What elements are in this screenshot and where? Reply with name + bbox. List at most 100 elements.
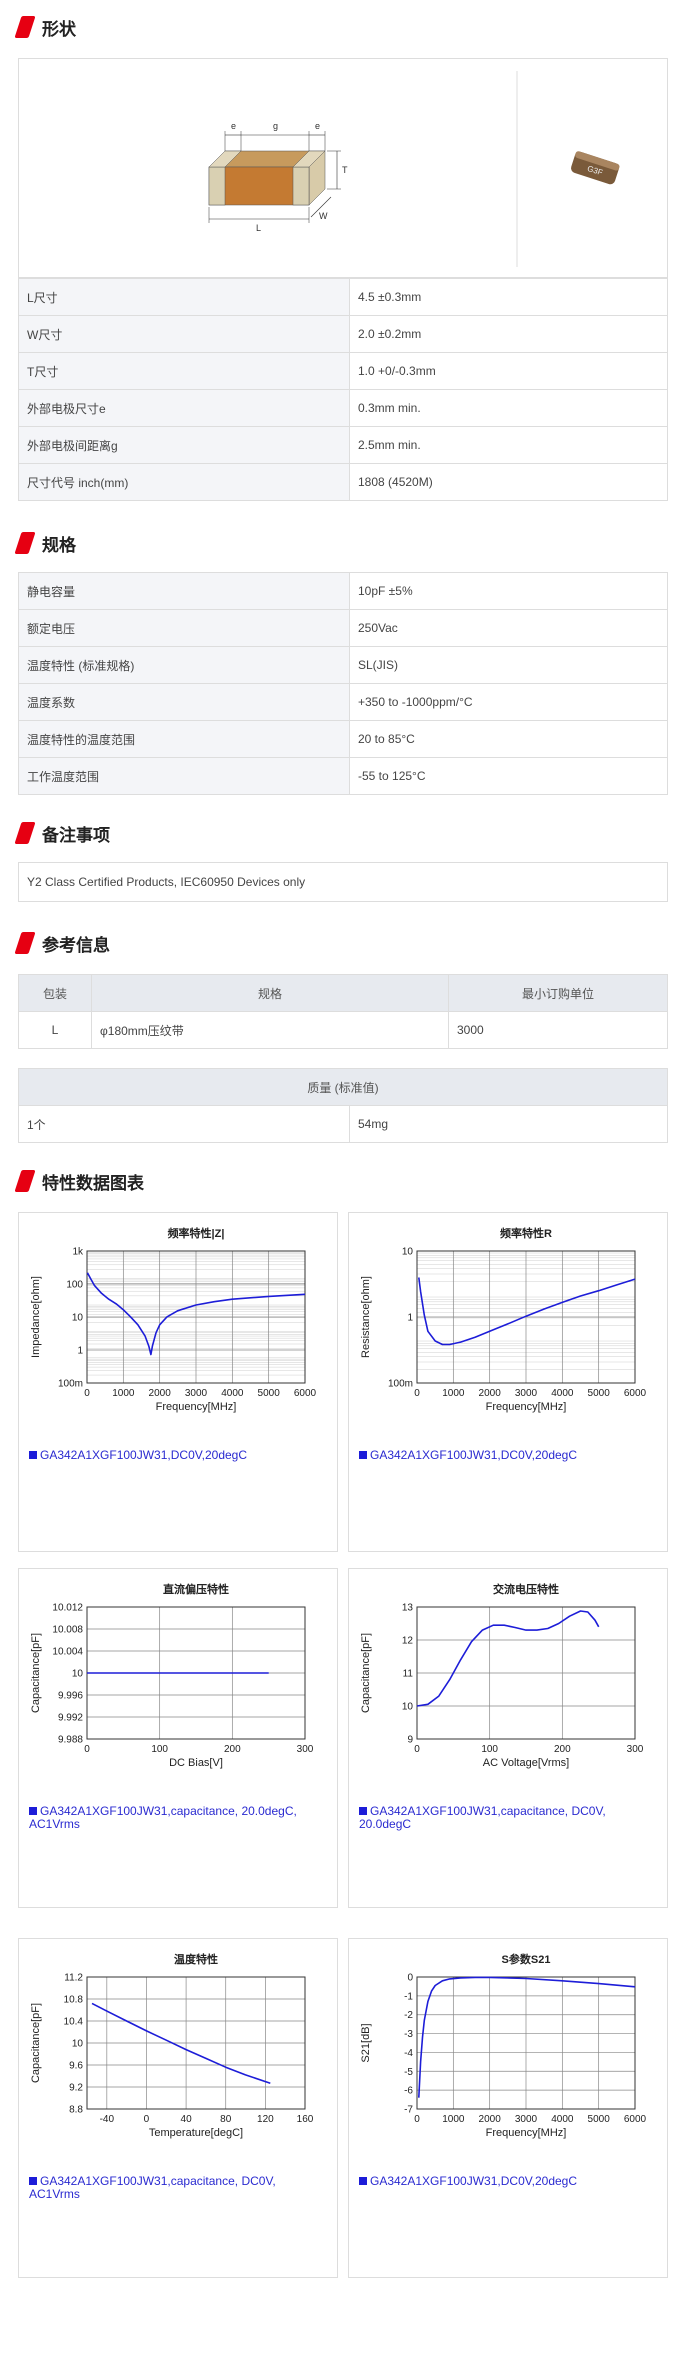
section-title: 形状 [42,19,76,39]
y-tick-label: 9.996 [58,1691,83,1702]
x-tick-label: 300 [297,1744,314,1755]
x-tick-label: 5000 [588,2114,611,2125]
y-tick-label: 10 [402,1702,414,1713]
row-value: 2.5mm min. [349,426,668,464]
table-cell: 1个 [18,1105,350,1143]
table-header-row: 质量 (标准值) [18,1068,668,1106]
y-tick-label: 9 [407,1735,413,1746]
impedance-chart: 频率特性|Z| 100m 1 10 100 1k 0 1000 2000 3000 4000 5000… [30,1226,317,1413]
row-label: 温度系数 [18,683,350,721]
row-label: 温度特性的温度范围 [18,720,350,758]
chart-caption: GA342A1XGF100JW31,DC0V,20degC [359,2175,659,2188]
chart-title: 温度特性 [174,1952,218,1966]
series-line [416,1610,600,1707]
dim-label-w: W [319,211,328,221]
table-row: L尺寸 4.5 ±0.3mm [18,278,668,316]
table-row: 温度特性 (标准规格) SL(JIS) [18,646,668,684]
x-tick-label: 160 [297,2114,314,2125]
chart-caption: GA342A1XGF100JW31,capacitance, DC0V, 20.… [359,1805,659,1831]
x-tick-label: 120 [257,2114,274,2125]
y-tick-label: -6 [404,2086,413,2097]
x-tick-label: 6000 [294,1388,317,1399]
x-axis-label: DC Bias[V] [169,1757,223,1769]
row-value: 1.0 +0/-0.3mm [349,352,668,390]
y-axis-label: Capacitance[pF] [30,1633,42,1713]
legend-label: GA342A1XGF100JW31,DC0V,20degC [40,1448,248,1462]
x-tick-label: 1000 [112,1388,135,1399]
x-tick-label: 100 [151,1744,168,1755]
section-shape-header: 形状 [14,14,76,40]
y-tick-label: 12 [402,1636,414,1647]
y-tick-label: 10.004 [52,1647,83,1658]
x-tick-label: 2000 [479,1388,502,1399]
x-tick-label: 0 [414,1744,420,1755]
section-marker-icon [14,822,36,844]
table-row: 外部电极间距离g 2.5mm min. [18,426,668,464]
table-row: L φ180mm压纹带 3000 [18,1011,668,1049]
table-row: 静电容量 10pF ±5% [18,572,668,610]
x-axis-label: Frequency[MHz] [156,1401,237,1413]
table-cell: 54mg [349,1105,668,1143]
x-tick-label: 1000 [442,1388,465,1399]
y-axis-label: Capacitance[pF] [360,1633,372,1713]
column-header: 质量 (标准值) [18,1068,668,1106]
chart-title: 频率特性|Z| [168,1226,225,1240]
temperature-chart: 温度特性 8.8 9.2 9.6 10 10.4 10.8 11.2 -40 0 40 80 120 16… [30,1952,314,2139]
y-tick-label: 10.8 [64,1995,84,2006]
x-tick-label: 200 [224,1744,241,1755]
chart-caption: GA342A1XGF100JW31,capacitance, 20.0degC,… [29,1805,329,1831]
chart-title: S参数S21 [502,1952,551,1966]
x-tick-label: 100 [481,1744,498,1755]
shape-image-panel: e g e T L W G3F [18,58,668,278]
x-tick-label: 0 [84,1388,90,1399]
table-row: 外部电极尺寸e 0.3mm min. [18,389,668,427]
chart-title: 频率特性R [500,1226,552,1240]
table-header-row: 包装 规格 最小订购单位 [18,974,668,1012]
chart-caption: GA342A1XGF100JW31,DC0V,20degC [359,1449,659,1462]
s21-chart: S参数S21 -7 -6 -5 -4 -3 -2 -1 0 0 1000 2000 3000 4000 50… [360,1952,647,2139]
dc-bias-chart: 直流偏压特性 9.988 9.992 9.996 10 10.004 10.008 10.01… [30,1582,314,1769]
row-label: 外部电极间距离g [18,426,350,464]
y-tick-label: 10 [402,1247,414,1258]
y-tick-label: 10 [72,1669,84,1680]
y-tick-label: 9.992 [58,1713,83,1724]
y-axis-label: Capacitance[pF] [30,2003,42,2083]
product-photo: G3F [571,151,620,185]
row-label: 额定电压 [18,609,350,647]
y-tick-label: 100m [388,1379,413,1390]
dim-label-e: e [315,121,320,131]
row-value: 4.5 ±0.3mm [349,278,668,316]
dimension-diagram: e g e T L W G3F [208,71,620,267]
legend-square-icon [29,1807,37,1815]
row-value: -55 to 125°C [349,757,668,795]
x-axis-label: Frequency[MHz] [486,2127,567,2139]
x-tick-label: 300 [627,1744,644,1755]
table-row: W尺寸 2.0 ±0.2mm [18,315,668,353]
x-tick-label: 2000 [149,1388,172,1399]
row-label: 尺寸代号 inch(mm) [18,463,350,501]
x-tick-label: 4000 [551,1388,574,1399]
y-tick-label: 1k [72,1247,84,1258]
y-tick-label: 13 [402,1603,414,1614]
y-tick-label: -3 [404,2029,413,2040]
column-header: 规格 [91,974,449,1012]
section-marker-icon [14,1170,36,1192]
dim-label-g: g [273,121,278,131]
row-value: +350 to -1000ppm/°C [349,683,668,721]
table-cell: 3000 [448,1011,668,1049]
y-tick-label: -2 [404,2010,413,2021]
y-tick-label: 100m [58,1379,83,1390]
shape-dimensions-table: L尺寸 4.5 ±0.3mm W尺寸 2.0 ±0.2mm T尺寸 1.0 +0/-0… [18,278,668,501]
y-axis-label: Impedance[ohm] [30,1276,42,1358]
x-tick-label: -40 [100,2114,115,2125]
chart-card-resistance: 频率特性R 100m 1 10 0 1000 2000 3000 4000 5000 6000 Fre… [348,1212,668,1552]
table-row: 温度系数 +350 to -1000ppm/°C [18,683,668,721]
row-value: 2.0 ±0.2mm [349,315,668,353]
y-tick-label: 8.8 [69,2105,83,2116]
section-marker-icon [14,16,36,38]
y-tick-label: -1 [404,1991,413,2002]
y-tick-label: -7 [404,2105,413,2116]
y-axis-label: S21[dB] [360,2023,372,2062]
y-tick-label: 1 [407,1313,413,1324]
x-tick-label: 3000 [515,2114,538,2125]
